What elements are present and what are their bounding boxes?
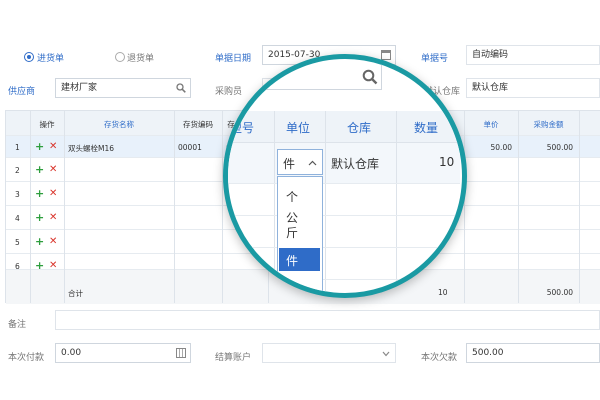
add-row-icon[interactable]: + [35,164,44,175]
radio-purchase[interactable] [24,52,34,62]
warehouse-value: 默认仓库 [472,83,509,93]
header-op: 操作 [39,120,55,129]
no-value: 自动编码 [472,50,509,60]
lens-header-warehouse: 仓库 [347,121,372,135]
add-row-icon[interactable]: + [35,212,44,223]
row-number: 4 [15,214,20,223]
delete-row-icon[interactable]: ✕ [49,236,57,247]
pay-field[interactable]: 0.00 [55,343,191,363]
remark-input[interactable] [55,310,600,330]
delete-row-icon[interactable]: ✕ [49,188,57,199]
lens-warehouse-value[interactable]: 默认仓库 [331,155,379,172]
chevron-up-icon [308,160,317,166]
chevron-down-icon [382,351,390,357]
cell-price[interactable]: 50.00 [491,143,512,152]
supplier-label: 供应商 [8,87,36,97]
cell-amount[interactable]: 500.00 [547,143,573,152]
warehouse-select[interactable]: 默认仓库 [466,78,600,98]
radio-return[interactable] [115,52,125,62]
row-number: 6 [15,262,20,271]
no-field[interactable]: 自动编码 [466,45,600,65]
row-number: 5 [15,238,20,247]
add-row-icon[interactable]: + [35,188,44,199]
header-name: 存货名称 [104,120,134,129]
pay-value: 0.00 [61,348,82,358]
magnifier-lens: 型号 单位 仓库 数量 件 个 公斤 件 默认仓库 10 [223,54,467,298]
row-number: 2 [15,166,20,175]
add-row-icon[interactable]: + [35,260,44,271]
delete-row-icon[interactable]: ✕ [49,260,57,271]
delete-row-icon[interactable]: ✕ [49,164,57,175]
supplier-field[interactable]: 建材厂家 [55,78,191,98]
search-icon[interactable] [176,83,186,93]
unit-select[interactable]: 件 [277,149,323,175]
add-row-icon[interactable]: + [35,141,44,152]
calculator-icon[interactable] [176,348,186,358]
header-code: 存货编码 [183,120,213,129]
lens-header-model: 型号 [230,121,255,135]
cell-code[interactable]: 00001 [178,143,202,152]
header-amount: 采购金额 [533,120,564,129]
unit-dropdown: 个 公斤 件 [277,176,323,293]
pay-label: 本次付款 [8,353,45,363]
delete-row-icon[interactable]: ✕ [49,212,57,223]
row-number: 1 [15,143,20,152]
supplier-value: 建材厂家 [61,83,98,93]
lens-qty-value[interactable]: 10 [439,155,454,169]
lens-header-qty: 数量 [414,121,439,135]
header-price: 单价 [483,120,499,129]
debt-field[interactable]: 500.00 [466,343,600,363]
account-label: 结算账户 [215,353,252,363]
delete-row-icon[interactable]: ✕ [49,141,57,152]
remark-label: 备注 [8,320,27,330]
radio-return-label: 退货单 [127,54,155,64]
footer-label: 合计 [68,289,83,298]
radio-purchase-label: 进货单 [37,54,65,64]
account-select[interactable] [262,343,396,363]
add-row-icon[interactable]: + [35,236,44,247]
unit-select-value: 件 [283,157,296,171]
unit-option[interactable]: 公斤 [278,211,322,247]
row-number: 3 [15,190,20,199]
footer-amount: 500.00 [546,288,573,297]
debt-value: 500.00 [472,348,504,358]
cell-name[interactable]: 双头螺栓M16 [68,143,114,154]
unit-option-selected[interactable]: 件 [279,248,320,271]
lens-header-unit: 单位 [286,121,311,135]
debt-label: 本次欠款 [421,353,458,363]
unit-option[interactable]: 个 [278,185,322,207]
